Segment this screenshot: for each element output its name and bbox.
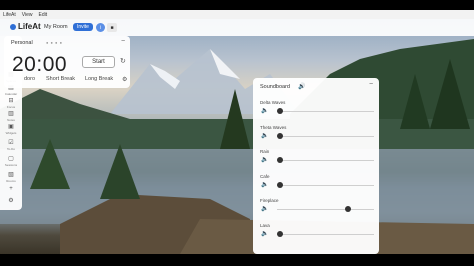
tab-short-break[interactable]: Short Break (46, 76, 75, 82)
sidebar-item-label: Sessions (4, 163, 18, 167)
timer-display: 20:00 (12, 53, 68, 76)
sidebar-item-sessions[interactable]: ▢ Sessions (0, 156, 22, 167)
top-bar: LifeAt My Room Invite i ■ (0, 19, 474, 36)
focus-icon: ⊟ (8, 98, 14, 104)
menu-view[interactable]: View (22, 12, 33, 18)
track-name: Lava (260, 222, 270, 228)
minimize-soundboard-button[interactable]: − (369, 81, 373, 88)
pomodoro-timer-widget: Personal ● ● ● ● − 20:00 Start ↻ doro Sh… (4, 36, 130, 88)
sidebar-item-add[interactable]: + (0, 186, 22, 193)
volume-slider-knob[interactable] (277, 132, 283, 139)
soundboard-title: Soundboard (260, 84, 290, 90)
reset-icon[interactable]: ↻ (120, 57, 126, 65)
volume-icon[interactable]: 🔈 (261, 156, 268, 163)
track-name: Delta Waves (260, 100, 286, 105)
info-button[interactable]: i (96, 23, 105, 32)
volume-slider-track[interactable] (277, 135, 374, 137)
volume-slider-track[interactable] (277, 184, 374, 186)
sidebar-item-label: Notes (7, 118, 15, 122)
app-logo[interactable]: LifeAt (10, 22, 41, 31)
notes-icon: ▥ (8, 111, 14, 117)
volume-icon[interactable]: 🔈 (261, 205, 268, 212)
track-row: Theta Waves 🔈 (260, 125, 374, 145)
sidebar-item-notes[interactable]: ▥ Notes (0, 111, 22, 122)
sessions-icon: ▢ (8, 156, 14, 162)
widgets-icon: ▣ (8, 124, 14, 130)
track-row: Rain 🔈 (260, 149, 374, 169)
rooms-icon: ▧ (8, 172, 14, 178)
sidebar-item-focus[interactable]: ⊟ Focus (0, 98, 22, 109)
track-name: Cafe (260, 173, 270, 179)
timer-profile-select[interactable]: Personal (11, 40, 33, 46)
video-camera-icon[interactable]: ■ (107, 23, 117, 32)
track-row: Delta Waves 🔈 (260, 100, 374, 120)
volume-slider-knob[interactable] (345, 206, 352, 212)
logo-icon (10, 23, 16, 30)
start-button[interactable]: Start (82, 56, 115, 68)
soundboard-widget: Soundboard 🔊 − Delta Waves 🔈 Theta Waves 🔈 R… (253, 78, 379, 254)
app-window: LifeAt View Edit LifeAt My Room Invite i… (0, 0, 474, 266)
minimize-timer-button[interactable]: − (121, 38, 125, 45)
volume-slider-track[interactable] (277, 209, 374, 210)
plus-icon: + (9, 186, 13, 192)
sidebar-item-label: Widgets (5, 131, 17, 135)
invite-button[interactable]: Invite (73, 23, 93, 31)
menu-app[interactable]: LifeAt (3, 12, 16, 18)
track-name: Fireplace (260, 198, 279, 203)
sidebar-item-label: Calendar (4, 92, 18, 96)
track-name: Rain (260, 149, 270, 154)
volume-icon[interactable]: 🔈 (261, 230, 268, 237)
volume-slider-track[interactable] (277, 111, 374, 112)
sidebar-item-label: To-Do (6, 147, 15, 151)
volume-slider-knob[interactable] (277, 230, 283, 237)
volume-slider-track[interactable] (277, 233, 374, 235)
gear-icon: ⚙ (8, 198, 14, 204)
volume-icon[interactable]: 🔈 (261, 181, 268, 188)
track-row: Lava 🔈 (260, 223, 374, 243)
volume-slider-knob[interactable] (277, 157, 283, 163)
volume-icon[interactable]: 🔈 (261, 107, 268, 114)
sidebar-item-todo[interactable]: ☑ To-Do (0, 140, 22, 151)
sidebar-item-rooms[interactable]: ▧ Rooms (0, 172, 22, 183)
sidebar-item-widgets[interactable]: ▣ Widgets (0, 124, 22, 135)
volume-slider-track[interactable] (277, 160, 374, 161)
volume-icon[interactable]: 🔈 (261, 132, 268, 139)
volume-slider-knob[interactable] (277, 108, 283, 114)
tab-pomodoro[interactable]: doro (24, 76, 35, 82)
tab-long-break[interactable]: Long Break (85, 76, 113, 82)
sidebar-item-label: Focus (6, 105, 16, 109)
sidebar-item-settings[interactable]: ⚙ (0, 198, 22, 205)
timer-settings-icon[interactable]: ⚙ (122, 76, 127, 83)
track-row: Cafe 🔈 (260, 174, 374, 194)
logo-text: LifeAt (18, 22, 41, 31)
volume-slider-knob[interactable] (277, 181, 283, 188)
speaker-icon: 🔊 (298, 84, 306, 90)
menu-edit[interactable]: Edit (39, 12, 48, 18)
my-room-link[interactable]: My Room (44, 24, 68, 30)
todo-icon: ☑ (8, 140, 14, 146)
session-dots: ● ● ● ● (46, 40, 63, 45)
sidebar-item-label: Rooms (6, 179, 16, 183)
track-row: Fireplace 🔈 (260, 198, 374, 218)
os-menubar: LifeAt View Edit (0, 10, 474, 19)
track-name: Theta Waves (260, 124, 287, 130)
